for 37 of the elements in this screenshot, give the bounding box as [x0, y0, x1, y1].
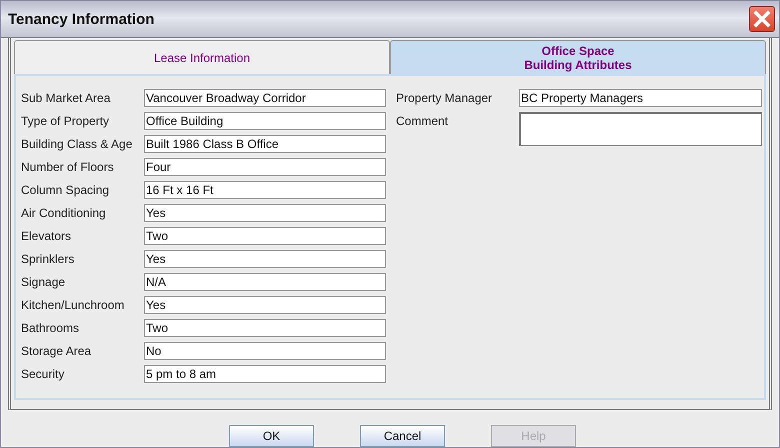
- tab[interactable]: Lease Information: [14, 40, 390, 74]
- field-label: Security: [21, 366, 66, 383]
- field-label: Bathrooms: [21, 320, 80, 337]
- input-field[interactable]: Yes: [144, 250, 386, 268]
- input-field[interactable]: 16 Ft x 16 Ft: [144, 181, 386, 199]
- comment-field[interactable]: [519, 112, 762, 146]
- dialog-button[interactable]: OK: [229, 425, 314, 447]
- close-icon: [752, 9, 772, 29]
- input-field[interactable]: Built 1986 Class B Office: [144, 135, 386, 153]
- input-field[interactable]: No: [144, 342, 386, 360]
- tab[interactable]: Office Space Building Attributes: [390, 40, 766, 74]
- field-label: Signage: [21, 274, 66, 291]
- field-label: Number of Floors: [21, 159, 115, 176]
- input-field[interactable]: Office Building: [144, 112, 386, 130]
- dialog-button[interactable]: Cancel: [360, 425, 445, 447]
- input-field[interactable]: Vancouver Broadway Corridor: [144, 89, 386, 107]
- input-field[interactable]: Two: [144, 227, 386, 245]
- input-field[interactable]: BC Property Managers: [519, 89, 762, 107]
- field-label: Sub Market Area: [21, 90, 112, 107]
- field-label: Type of Property: [21, 113, 110, 130]
- input-field[interactable]: N/A: [144, 273, 386, 291]
- field-label: Elevators: [21, 228, 72, 245]
- field-label: Property Manager: [396, 90, 494, 107]
- field-label: Column Spacing: [21, 182, 110, 199]
- field-label: Storage Area: [21, 343, 92, 360]
- field-label: Building Class & Age: [21, 136, 134, 153]
- field-label: Comment: [396, 113, 450, 130]
- input-field[interactable]: Yes: [144, 296, 386, 314]
- input-field[interactable]: Four: [144, 158, 386, 176]
- input-field[interactable]: Two: [144, 319, 386, 337]
- input-field[interactable]: 5 pm to 8 am: [144, 365, 386, 383]
- input-field[interactable]: Yes: [144, 204, 386, 222]
- field-label: Kitchen/Lunchroom: [21, 297, 126, 314]
- field-label: Air Conditioning: [21, 205, 107, 222]
- field-label: Sprinklers: [21, 251, 76, 268]
- close-button[interactable]: [749, 6, 775, 32]
- window-title: Tenancy Information: [8, 10, 154, 28]
